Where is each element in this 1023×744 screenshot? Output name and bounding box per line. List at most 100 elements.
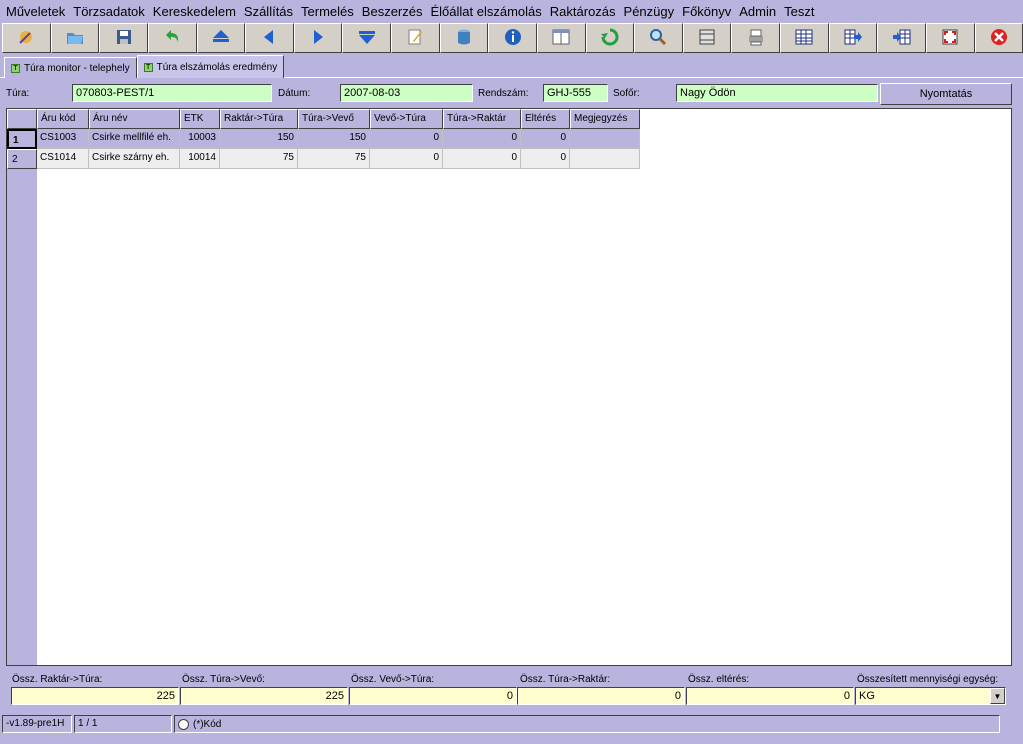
- wizard-button[interactable]: [2, 23, 51, 53]
- edit-button[interactable]: [391, 23, 440, 53]
- column-header[interactable]: Túra->Raktár: [443, 109, 521, 129]
- table-row[interactable]: CS1014 Csirke szárny eh. 10014 75 75 0 0…: [37, 149, 640, 169]
- menu-kereskedelem[interactable]: Kereskedelem: [149, 4, 240, 19]
- total-tura-raktar-field[interactable]: 0: [517, 687, 685, 705]
- header-form: Túra: 070803-PEST/1 Dátum: 2007-08-03 Re…: [0, 82, 1023, 106]
- search-icon: [648, 27, 668, 50]
- import-button[interactable]: [877, 23, 926, 53]
- cell-aru-kod[interactable]: CS1014: [37, 149, 89, 169]
- menu-eloallat[interactable]: Élőállat elszámolás: [427, 4, 546, 19]
- menu-penzugy[interactable]: Pénzügy: [620, 4, 679, 19]
- cell-elteres[interactable]: 0: [521, 149, 570, 169]
- menu-fokonyv[interactable]: Főkönyv: [678, 4, 735, 19]
- cell-vevo-tura[interactable]: 0: [370, 149, 443, 169]
- close-icon: [989, 27, 1009, 50]
- menu-muveletek[interactable]: Műveletek: [2, 4, 69, 19]
- cell-aru-nev[interactable]: Csirke mellfilé eh.: [89, 129, 180, 149]
- chevron-down-icon[interactable]: ▼: [990, 688, 1005, 704]
- tab-strip: T Túra monitor - telephely T Túra elszám…: [0, 55, 1023, 78]
- undo-button[interactable]: [147, 23, 197, 53]
- last-record-button[interactable]: [342, 23, 391, 53]
- mode-radio[interactable]: [178, 718, 189, 730]
- filter-button[interactable]: [682, 23, 732, 53]
- search-mode-panel: (*)Kód: [174, 715, 1000, 733]
- sofor-field[interactable]: Nagy Ödön: [676, 84, 878, 102]
- tab-form-icon: T: [11, 63, 20, 73]
- print-setup-icon: [746, 27, 766, 50]
- unit-select[interactable]: KG ▼: [855, 687, 1006, 705]
- row-number[interactable]: 1: [7, 129, 37, 149]
- cell-raktar-tura[interactable]: 150: [220, 129, 298, 149]
- menu-raktarozas[interactable]: Raktározás: [546, 4, 620, 19]
- menu-beszerzes[interactable]: Beszerzés: [358, 4, 427, 19]
- menu-teszt[interactable]: Teszt: [780, 4, 818, 19]
- undo-icon: [162, 27, 182, 50]
- toolbar: [0, 23, 1023, 55]
- column-header[interactable]: Vevő->Túra: [370, 109, 443, 129]
- cell-tura-vevo[interactable]: 150: [298, 129, 370, 149]
- tab-tura-monitor[interactable]: T Túra monitor - telephely: [4, 57, 137, 78]
- fullscreen-icon: [940, 27, 960, 50]
- save-button[interactable]: [99, 23, 148, 53]
- cell-megjegyzes[interactable]: [570, 129, 640, 149]
- column-header[interactable]: Áru név: [89, 109, 180, 129]
- column-header[interactable]: Túra->Vevő: [298, 109, 370, 129]
- cell-tura-vevo[interactable]: 75: [298, 149, 370, 169]
- search-button[interactable]: [634, 23, 683, 53]
- rendszam-field[interactable]: GHJ-555: [543, 84, 608, 102]
- total-tura-vevo-field[interactable]: 225: [180, 687, 348, 705]
- cell-aru-kod[interactable]: CS1003: [37, 129, 89, 149]
- fullscreen-button[interactable]: [925, 23, 975, 53]
- column-header[interactable]: ETK: [180, 109, 220, 129]
- data-grid[interactable]: Áru kód Áru név ETK Raktár->Túra Túra->V…: [6, 108, 1012, 666]
- column-header[interactable]: Áru kód: [37, 109, 89, 129]
- menu-termeles[interactable]: Termelés: [297, 4, 358, 19]
- tab-tura-elszamolas[interactable]: T Túra elszámolás eredmény: [136, 55, 285, 78]
- cell-etk[interactable]: 10003: [180, 129, 220, 149]
- next-record-button[interactable]: [293, 23, 343, 53]
- open-button[interactable]: [50, 23, 100, 53]
- refresh-button[interactable]: [585, 23, 635, 53]
- menu-torzsadatok[interactable]: Törzsadatok: [69, 4, 149, 19]
- unit-value: KG: [859, 690, 875, 702]
- menu-admin[interactable]: Admin: [735, 4, 780, 19]
- print-setup-button[interactable]: [731, 23, 780, 53]
- grid-icon: [794, 27, 814, 50]
- cell-megjegyzes[interactable]: [570, 149, 640, 169]
- edit-icon: [405, 27, 425, 50]
- export-button[interactable]: [828, 23, 878, 53]
- tura-field[interactable]: 070803-PEST/1: [72, 84, 272, 102]
- total-vevo-tura-field[interactable]: 0: [349, 687, 517, 705]
- prev-record-button[interactable]: [245, 23, 294, 53]
- total-raktar-tura-label: Össz. Raktár->Túra:: [12, 674, 103, 685]
- grid-button[interactable]: [780, 23, 829, 53]
- column-header[interactable]: Megjegyzés: [570, 109, 640, 129]
- total-elteres-field[interactable]: 0: [686, 687, 854, 705]
- first-record-button[interactable]: [196, 23, 246, 53]
- row-number[interactable]: 2: [7, 149, 37, 169]
- cell-aru-nev[interactable]: Csirke szárny eh.: [89, 149, 180, 169]
- row-header-column: [7, 109, 37, 665]
- column-header[interactable]: Eltérés: [521, 109, 570, 129]
- print-button[interactable]: Nyomtatás: [880, 83, 1012, 105]
- close-button[interactable]: [974, 23, 1023, 53]
- next-icon: [308, 27, 328, 50]
- window-icon: [551, 27, 571, 50]
- database-button[interactable]: [439, 23, 489, 53]
- info-button[interactable]: [488, 23, 537, 53]
- last-icon: [357, 27, 377, 50]
- cell-tura-raktar[interactable]: 0: [443, 149, 521, 169]
- cell-elteres[interactable]: 0: [521, 129, 570, 149]
- window-button[interactable]: [536, 23, 586, 53]
- first-icon: [211, 27, 231, 50]
- cell-vevo-tura[interactable]: 0: [370, 129, 443, 149]
- menu-szallitas[interactable]: Szállítás: [240, 4, 297, 19]
- cell-etk[interactable]: 10014: [180, 149, 220, 169]
- table-row[interactable]: CS1003 Csirke mellfilé eh. 10003 150 150…: [37, 129, 640, 149]
- column-header[interactable]: Raktár->Túra: [220, 109, 298, 129]
- total-raktar-tura-field[interactable]: 225: [11, 687, 179, 705]
- save-icon: [114, 27, 134, 50]
- datum-field[interactable]: 2007-08-03: [340, 84, 473, 102]
- cell-raktar-tura[interactable]: 75: [220, 149, 298, 169]
- cell-tura-raktar[interactable]: 0: [443, 129, 521, 149]
